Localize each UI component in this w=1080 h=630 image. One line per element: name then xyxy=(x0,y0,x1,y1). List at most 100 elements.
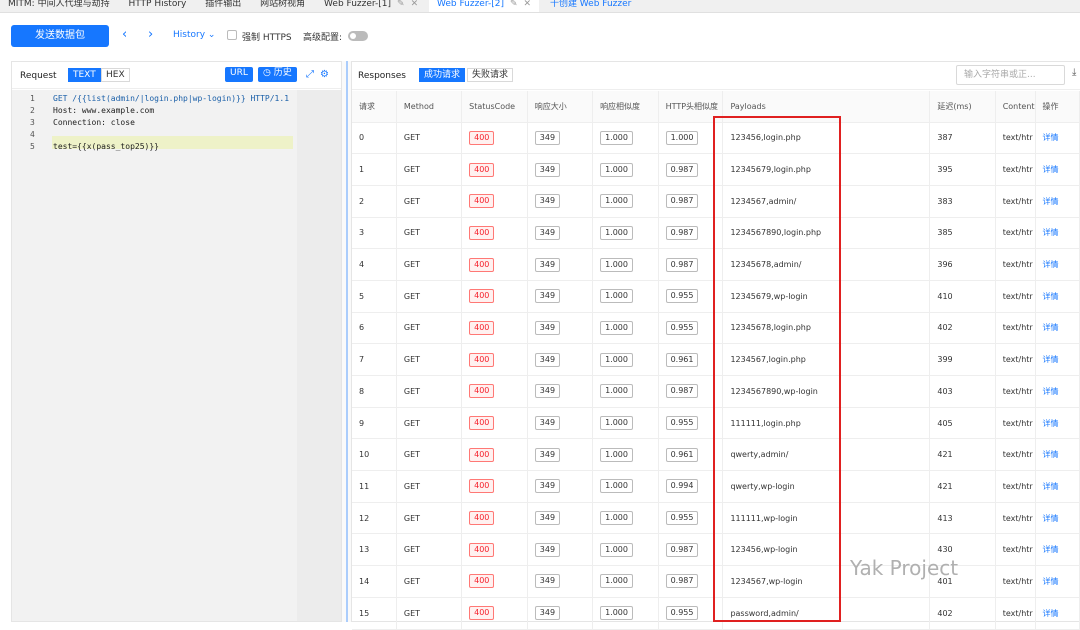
tab-plugin-output[interactable]: 插件输出 xyxy=(197,0,249,12)
detail-link-cell[interactable]: 详情 xyxy=(1035,280,1080,313)
detail-link[interactable]: 详情 xyxy=(1043,197,1059,206)
cell-status-cell: 400 xyxy=(461,312,528,345)
detail-link[interactable]: 详情 xyxy=(1043,228,1059,237)
cell-content-type: text/htr xyxy=(1002,481,1033,491)
cell-size: 349 xyxy=(534,289,561,304)
detail-link-cell[interactable]: 详情 xyxy=(1035,248,1080,281)
cell-similarity-cell: 1.000 xyxy=(592,343,659,376)
col-similarity-header[interactable]: 响应相似度 xyxy=(592,91,659,123)
hex-mode-tab[interactable]: HEX xyxy=(101,68,130,82)
cell-content-type-cell: text/htr xyxy=(995,122,1036,155)
cell-similarity-cell: 1.000 xyxy=(592,438,659,472)
cell-similarity-cell: 1.000 xyxy=(592,502,659,535)
detail-link[interactable]: 详情 xyxy=(1043,577,1059,586)
cell-method-cell: GET xyxy=(396,217,463,250)
cell-similarity-cell: 1.000 xyxy=(592,470,659,503)
tab-bar: MITM: 中间人代理与劫持 HTTP History 插件输出 网站树视角 W… xyxy=(0,0,1080,13)
send-packet-button[interactable]: 发送数据包 xyxy=(11,25,109,47)
tab-new-web-fuzzer[interactable]: 十创建 Web Fuzzer xyxy=(542,0,639,12)
close-icon[interactable]: ✕ xyxy=(411,0,419,9)
detail-link[interactable]: 详情 xyxy=(1043,609,1059,618)
detail-link[interactable]: 详情 xyxy=(1043,545,1059,554)
url-button[interactable]: URL xyxy=(225,67,253,82)
detail-link-cell[interactable]: 详情 xyxy=(1035,153,1080,186)
text-mode-tab[interactable]: TEXT xyxy=(68,68,101,82)
download-icon[interactable]: ⤓ xyxy=(1072,67,1076,78)
col-size-header[interactable]: 响应大小 xyxy=(527,91,594,123)
edit-icon[interactable]: ✎ xyxy=(510,0,518,9)
detail-link-cell[interactable]: 详情 xyxy=(1035,407,1080,440)
detail-link-cell[interactable]: 详情 xyxy=(1035,438,1080,472)
cell-size: 349 xyxy=(534,416,561,431)
detail-link-cell[interactable]: 详情 xyxy=(1035,122,1080,155)
detail-link-cell[interactable]: 详情 xyxy=(1035,565,1080,598)
detail-link[interactable]: 详情 xyxy=(1043,165,1059,174)
editor-minimap[interactable] xyxy=(297,90,341,621)
cell-request-id: 1 xyxy=(359,165,365,175)
detail-link[interactable]: 详情 xyxy=(1043,133,1059,142)
detail-link-cell[interactable]: 详情 xyxy=(1035,375,1080,408)
panel-splitter[interactable] xyxy=(342,61,351,622)
tab-web-fuzzer-1[interactable]: Web Fuzzer-[1] ✎ ✕ xyxy=(316,0,426,12)
cell-header-similarity: 0.994 xyxy=(665,479,699,494)
toolbar: 发送数据包 ‹ › History ⌄ 强制 HTTPS 高级配置: xyxy=(0,14,1080,58)
detail-link[interactable]: 详情 xyxy=(1043,514,1059,523)
cell-similarity: 1.000 xyxy=(600,257,633,272)
cell-delay: 430 xyxy=(937,545,953,555)
cell-delay: 402 xyxy=(937,608,953,618)
back-arrow-icon[interactable]: ‹ xyxy=(122,27,127,42)
col-actions-header[interactable]: 操作 xyxy=(1035,91,1080,123)
history-button[interactable]: ◷ 历史 xyxy=(258,67,297,82)
col-delay-header[interactable]: 延迟(ms) xyxy=(929,91,996,123)
advanced-config-toggle[interactable] xyxy=(348,31,368,41)
cell-header-similarity: 0.955 xyxy=(665,606,699,621)
detail-link[interactable]: 详情 xyxy=(1043,419,1059,428)
force-https-checkbox[interactable] xyxy=(227,30,237,40)
detail-link[interactable]: 详情 xyxy=(1043,260,1059,269)
close-icon[interactable]: ✕ xyxy=(524,0,532,9)
cell-request-id-cell: 12 xyxy=(352,502,397,535)
detail-link-cell[interactable]: 详情 xyxy=(1035,312,1080,345)
detail-link-cell[interactable]: 详情 xyxy=(1035,597,1080,630)
detail-link[interactable]: 详情 xyxy=(1043,387,1059,396)
detail-link[interactable]: 详情 xyxy=(1043,482,1059,491)
detail-link-cell[interactable]: 详情 xyxy=(1035,343,1080,376)
tab-web-fuzzer-2[interactable]: Web Fuzzer-[2] ✎ ✕ xyxy=(428,0,540,12)
fullscreen-icon[interactable]: ⤢ xyxy=(306,69,314,80)
col-content-type-header[interactable]: Content xyxy=(995,91,1036,123)
cell-header-similarity: 0.955 xyxy=(665,416,699,431)
tab-mitm[interactable]: MITM: 中间人代理与劫持 xyxy=(0,0,118,12)
detail-link-cell[interactable]: 详情 xyxy=(1035,502,1080,535)
edit-icon[interactable]: ✎ xyxy=(397,0,405,9)
detail-link[interactable]: 详情 xyxy=(1043,323,1059,332)
tab-site-tree[interactable]: 网站树视角 xyxy=(252,0,313,12)
col-status-header[interactable]: StatusCode xyxy=(461,91,528,123)
detail-link-cell[interactable]: 详情 xyxy=(1035,470,1080,503)
cell-status: 400 xyxy=(469,320,495,335)
request-editor[interactable]: 1 GET /{{list(admin/|login.php|wp-login)… xyxy=(12,90,341,621)
detail-link-cell[interactable]: 详情 xyxy=(1035,217,1080,250)
filter-input[interactable]: 输入字符串或正... xyxy=(956,65,1065,85)
tab-http-history[interactable]: HTTP History xyxy=(120,0,194,12)
detail-link-cell[interactable]: 详情 xyxy=(1035,533,1080,567)
cell-status: 400 xyxy=(469,225,495,240)
detail-link[interactable]: 详情 xyxy=(1043,450,1059,459)
forward-arrow-icon[interactable]: › xyxy=(148,27,153,42)
cell-content-type-cell: text/htr xyxy=(995,217,1036,250)
detail-link[interactable]: 详情 xyxy=(1043,292,1059,301)
failed-requests-tab[interactable]: 失败请求 xyxy=(467,68,514,82)
cell-size-cell: 349 xyxy=(527,280,594,313)
detail-link[interactable]: 详情 xyxy=(1043,355,1059,364)
cell-similarity: 1.000 xyxy=(600,194,633,209)
cell-content-type: text/htr xyxy=(1002,165,1033,175)
success-requests-tab[interactable]: 成功请求 xyxy=(419,68,466,82)
history-dropdown[interactable]: History ⌄ xyxy=(173,30,215,40)
cell-delay-cell: 405 xyxy=(929,407,996,440)
col-method-header[interactable]: Method xyxy=(396,91,463,123)
settings-gear-icon[interactable]: ⚙ xyxy=(320,69,329,80)
cell-delay: 410 xyxy=(937,291,953,301)
cell-similarity: 1.000 xyxy=(600,130,633,145)
col-request-header[interactable]: 请求 xyxy=(352,91,397,123)
detail-link-cell[interactable]: 详情 xyxy=(1035,185,1080,218)
advanced-config-label: 高级配置: xyxy=(303,33,343,43)
